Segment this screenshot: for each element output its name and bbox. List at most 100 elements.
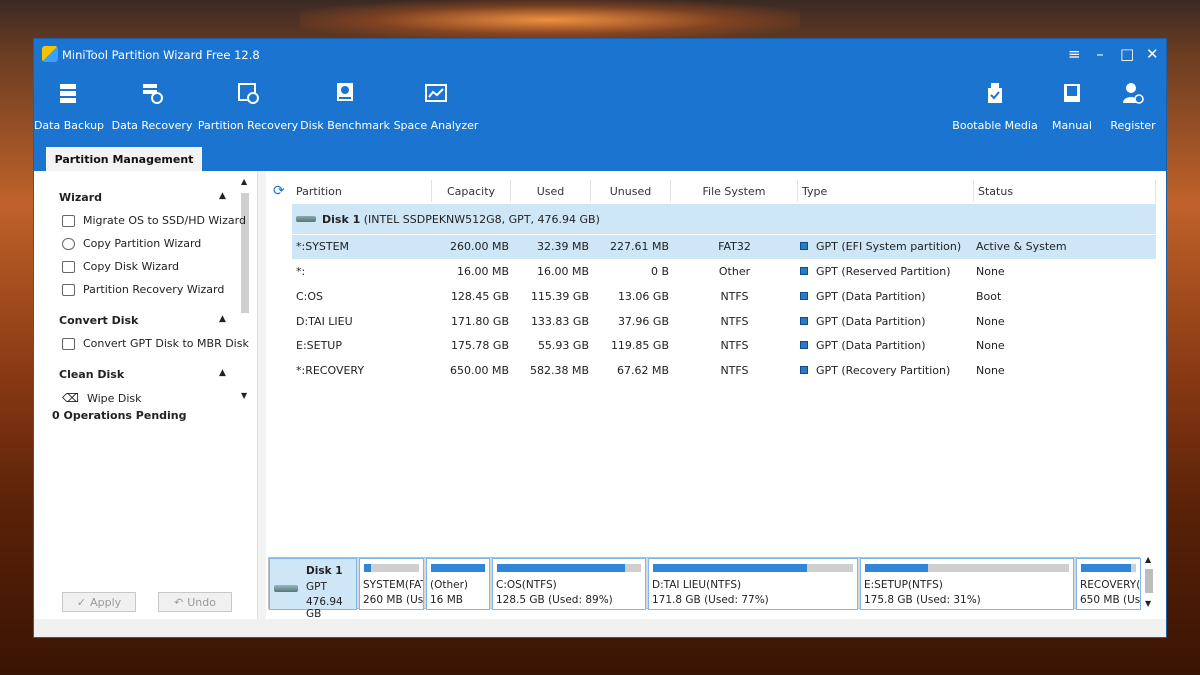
scroll-up-icon[interactable]: ▲: [241, 177, 247, 186]
bootable-media-button[interactable]: Bootable Media: [952, 81, 1038, 132]
cell-fs: NTFS: [671, 290, 798, 303]
disk-row[interactable]: Disk 1 (INTEL SSDPEKNW512G8, GPT, 476.94…: [292, 204, 1156, 234]
partition-recovery-button[interactable]: Partition Recovery: [198, 81, 298, 132]
copy-partition-icon: [62, 237, 75, 250]
disk-benchmark-button[interactable]: Disk Benchmark: [298, 81, 392, 132]
cell-text: 175.78 GB: [450, 339, 509, 352]
disk-map-partition[interactable]: C:OS(NTFS) 128.5 GB (Used: 89%): [492, 558, 646, 610]
cell-text: GPT (Recovery Partition): [816, 364, 951, 377]
cell-capacity: 260.00 MB: [432, 240, 509, 253]
column-file-system[interactable]: File System: [671, 180, 798, 202]
app-logo-icon: [42, 46, 58, 62]
sidebar-item-partition-recovery[interactable]: Partition Recovery Wizard: [62, 283, 224, 296]
cell-type: GPT (EFI System partition): [800, 240, 976, 253]
cell-fs: NTFS: [671, 315, 798, 328]
cell-text: GPT (Data Partition): [816, 290, 926, 303]
disk-map-partition[interactable]: RECOVERY(I 650 MB (Us: [1076, 558, 1141, 610]
data-recovery-button[interactable]: Data Recovery: [106, 81, 198, 132]
cell-text: 115.39 GB: [530, 290, 589, 303]
tab-partition-management[interactable]: Partition Management: [46, 147, 202, 171]
apply-button[interactable]: ✓ Apply: [62, 592, 136, 612]
toolbar-right: Bootable Media Manual Register: [952, 81, 1160, 132]
sidebar-item-label: Copy Disk Wizard: [83, 260, 180, 273]
chevron-up-icon[interactable]: ▲: [219, 368, 226, 378]
partition-type-icon: [800, 341, 808, 349]
column-type[interactable]: Type: [798, 180, 974, 202]
data-recovery-icon: [143, 84, 163, 104]
data-backup-label: Data Backup: [33, 119, 105, 132]
table-row[interactable]: *:RECOVERY 650.00 MB 582.38 MB 67.62 MB NTFS…: [292, 359, 1156, 383]
sidebar-scrollbar[interactable]: ▲ ▼: [239, 177, 251, 400]
disk-map-partition[interactable]: E:SETUP(NTFS) 175.8 GB (Used: 31%): [860, 558, 1074, 610]
cell-text: E:SETUP: [296, 339, 342, 352]
menu-icon[interactable]: ≡: [1068, 45, 1081, 63]
sidebar-item-copy-partition[interactable]: Copy Partition Wizard: [62, 237, 201, 250]
maximize-icon[interactable]: □: [1120, 45, 1134, 63]
table-row[interactable]: *:SYSTEM 260.00 MB 32.39 MB 227.61 MB FAT32 G…: [292, 235, 1156, 259]
cell-text: 0 B: [650, 265, 669, 278]
space-analyzer-button[interactable]: Space Analyzer: [392, 81, 480, 132]
section-clean-disk[interactable]: Clean Disk: [59, 368, 124, 381]
register-button[interactable]: Register: [1106, 81, 1160, 132]
cell-capacity: 16.00 MB: [432, 265, 509, 278]
column-used[interactable]: Used: [511, 180, 591, 202]
sidebar-scroll-thumb[interactable]: [241, 193, 249, 313]
manual-label: Manual: [1052, 119, 1092, 132]
scroll-down-icon[interactable]: ▼: [241, 391, 247, 400]
table-row[interactable]: E:SETUP 175.78 GB 55.93 GB 119.85 GB NTFS GPT…: [292, 334, 1156, 358]
minimize-icon[interactable]: –: [1094, 45, 1106, 63]
cell-text: None: [976, 265, 1005, 278]
manual-button[interactable]: Manual: [1042, 81, 1102, 132]
bootable-media-icon: [988, 83, 1002, 103]
sidebar-item-wipe-disk[interactable]: ⌫ Wipe Disk: [62, 391, 142, 405]
undo-button[interactable]: ↶ Undo: [158, 592, 232, 612]
title-bar: MiniTool Partition Wizard Free 12.8 ≡ – …: [34, 39, 1166, 171]
chevron-up-icon[interactable]: ▲: [219, 191, 226, 201]
operations-pending: 0 Operations Pending: [52, 409, 187, 422]
disk-map-partition[interactable]: (Other) 16 MB: [426, 558, 490, 610]
cell-text: 119.85 GB: [610, 339, 669, 352]
table-row[interactable]: *: 16.00 MB 16.00 MB 0 B Other GPT (Reserved …: [292, 260, 1156, 284]
cell-used: 55.93 GB: [511, 339, 589, 352]
column-status[interactable]: Status: [974, 180, 1156, 202]
column-unused[interactable]: Unused: [591, 180, 671, 202]
scroll-down-icon[interactable]: ▼: [1145, 599, 1151, 608]
usage-bar: [497, 564, 641, 572]
disk-map-disk[interactable]: Disk 1 GPT 476.94 GB: [269, 558, 357, 620]
disk-map-partition[interactable]: SYSTEM(FAT 260 MB (Us: [359, 558, 424, 610]
disk-map-size: 476.94 GB: [306, 596, 343, 620]
partition-recovery-wizard-icon: [62, 283, 75, 296]
sidebar-item-migrate-os[interactable]: Migrate OS to SSD/HD Wizard: [62, 214, 246, 227]
column-partition[interactable]: Partition: [296, 180, 432, 202]
cell-fs: FAT32: [671, 240, 798, 253]
refresh-icon[interactable]: ⟳: [273, 183, 285, 199]
disk-map-partition[interactable]: D:TAI LIEU(NTFS) 171.8 GB (Used: 77%): [648, 558, 858, 610]
cell-text: 55.93 GB: [537, 339, 589, 352]
cell-type: GPT (Data Partition): [800, 315, 976, 328]
data-backup-button[interactable]: Data Backup: [33, 81, 106, 132]
cell-fs: NTFS: [671, 364, 798, 377]
disk-map-scrollbar[interactable]: ▲ ▼: [1142, 555, 1156, 609]
chevron-up-icon[interactable]: ▲: [219, 314, 226, 324]
table-row[interactable]: C:OS 128.45 GB 115.39 GB 13.06 GB NTFS GPT (D…: [292, 285, 1156, 309]
cell-text: 13.06 GB: [617, 290, 669, 303]
partition-type-icon: [800, 317, 808, 325]
partition-size: 16 MB: [430, 594, 463, 606]
table-row[interactable]: D:TAI LIEU 171.80 GB 133.83 GB 37.96 GB NTFS…: [292, 310, 1156, 334]
scroll-up-icon[interactable]: ▲: [1145, 555, 1151, 564]
cell-fs: NTFS: [671, 339, 798, 352]
section-wizard[interactable]: Wizard: [59, 191, 102, 204]
column-capacity[interactable]: Capacity: [432, 180, 511, 202]
cell-text: D:TAI LIEU: [296, 315, 353, 328]
section-convert-disk[interactable]: Convert Disk: [59, 314, 138, 327]
sidebar-item-convert-gpt[interactable]: Convert GPT Disk to MBR Disk: [62, 337, 249, 350]
close-icon[interactable]: ✕: [1146, 45, 1159, 63]
cell-unused: 67.62 MB: [591, 364, 669, 377]
manual-icon: [1064, 84, 1080, 102]
cell-text: FAT32: [718, 240, 751, 253]
cell-text: 133.83 GB: [530, 315, 589, 328]
sidebar-item-label: Partition Recovery Wizard: [83, 283, 225, 296]
sidebar-item-copy-disk[interactable]: Copy Disk Wizard: [62, 260, 179, 273]
disk-map-scroll-thumb[interactable]: [1145, 569, 1153, 593]
usage-bar-fill: [497, 564, 626, 572]
